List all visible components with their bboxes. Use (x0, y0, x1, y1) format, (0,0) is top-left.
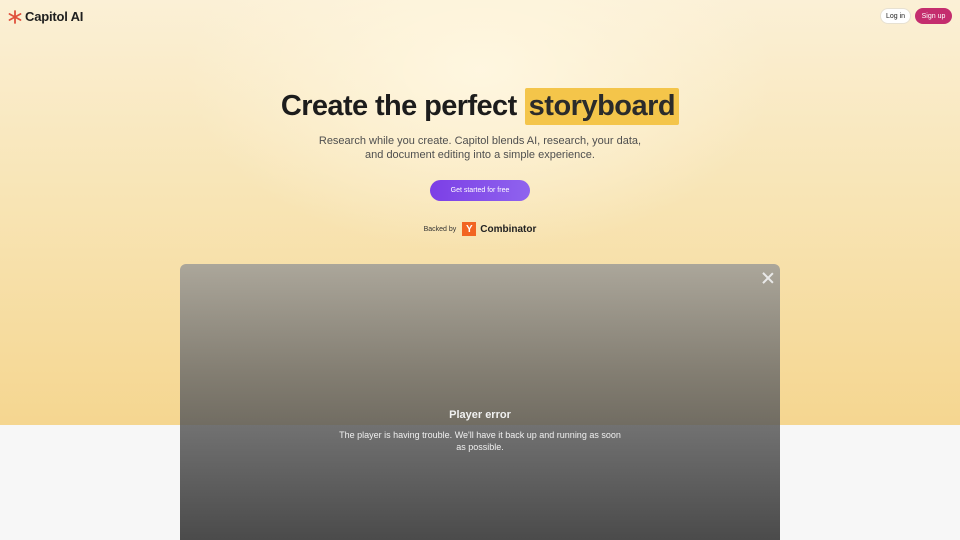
video-player[interactable]: Player error The player is having troubl… (180, 264, 780, 540)
backed-by: Backed by Y Combinator (0, 222, 960, 236)
player-error-message: The player is having trouble. We'll have… (339, 430, 621, 452)
headline-highlight: storyboard (524, 88, 680, 125)
close-icon[interactable] (761, 271, 775, 285)
login-button[interactable]: Log in (880, 8, 911, 24)
brand-name: Capitol AI (25, 9, 84, 24)
subtitle-line-2: and document editing into a simple exper… (365, 149, 595, 161)
ycombinator-logo-icon: Y (462, 222, 477, 236)
hero-headline: Create the perfect storyboard (0, 88, 960, 125)
subtitle-line-1: Research while you create. Capitol blend… (318, 135, 642, 147)
player-error-title: Player error (449, 409, 511, 421)
backed-by-label: Backed by (423, 225, 457, 233)
headline-text: Create the perfect (280, 90, 517, 122)
brand-logo[interactable]: Capitol AI (8, 9, 83, 24)
signup-button[interactable]: Sign up (915, 8, 952, 24)
asterisk-logo-icon (8, 9, 22, 24)
ycombinator-name: Combinator (480, 223, 537, 235)
get-started-button[interactable]: Get started for free (430, 180, 530, 201)
hero-subtitle: Research while you create. Capitol blend… (0, 134, 960, 162)
